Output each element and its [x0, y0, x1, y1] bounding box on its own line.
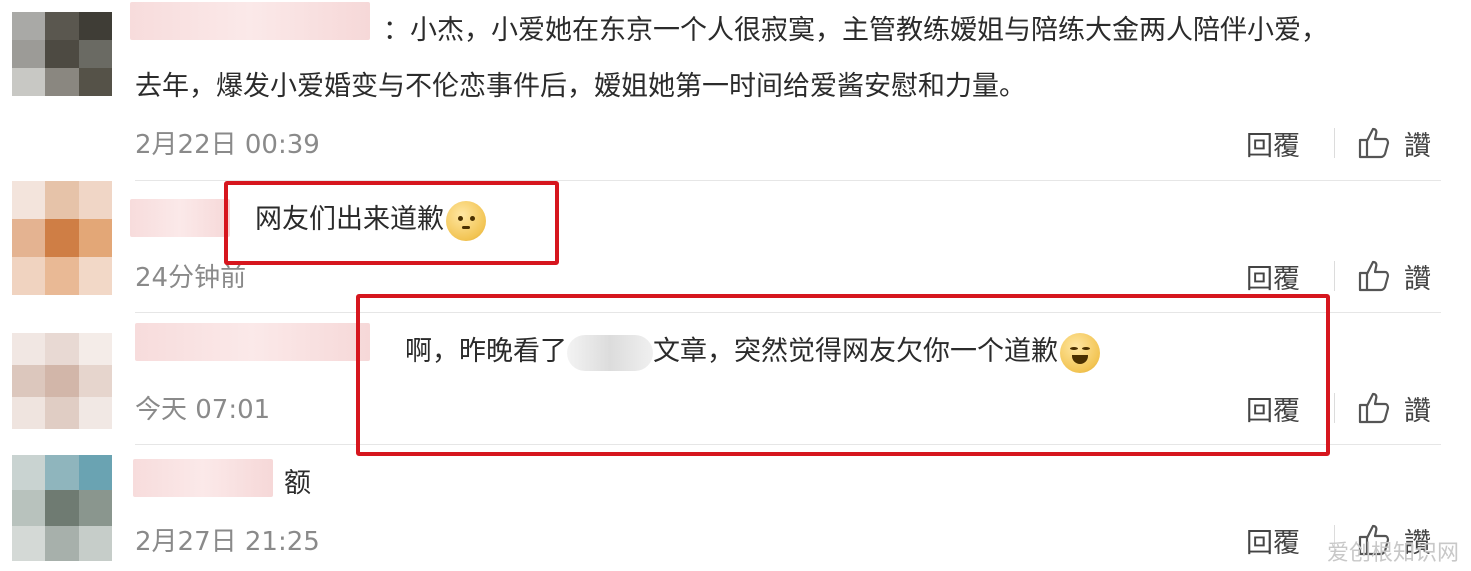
username-blurred[interactable]	[133, 459, 273, 497]
avatar[interactable]	[12, 333, 112, 429]
avatar[interactable]	[12, 12, 112, 96]
comment-text-continued: 去年，爆发小爱婚变与不伦恋事件后，嫒姐她第一时间给爱酱安慰和力量。	[135, 71, 1026, 102]
username-blurred[interactable]	[135, 323, 370, 361]
comment-time: 今天 07:01	[135, 395, 271, 425]
comment-text: 额	[284, 468, 311, 499]
highlight-box	[224, 181, 559, 265]
comment-item: ：小杰，小爱她在东京一个人很寂寞，主管教练嫒姐与陪练大金两人陪伴小爱， 去年，爆…	[0, 0, 1471, 180]
username-blurred[interactable]	[130, 199, 230, 237]
avatar[interactable]	[12, 181, 112, 295]
thumbs-up-icon[interactable]	[1356, 389, 1392, 425]
watermark: 爱创根知识网	[1326, 541, 1459, 566]
comment-text: ：小杰，小爱她在东京一个人很寂寞，主管教练嫒姐与陪练大金两人陪伴小爱，	[383, 15, 1328, 46]
comment-item: 额 2月27日 21:25 回覆 讚	[0, 445, 1471, 571]
reply-button[interactable]: 回覆	[1246, 521, 1300, 560]
highlight-box	[356, 294, 1330, 456]
thumbs-up-icon[interactable]	[1356, 257, 1392, 293]
reply-button[interactable]: 回覆	[1246, 257, 1300, 296]
divider	[1334, 261, 1335, 291]
like-button[interactable]: 讚	[1404, 389, 1431, 428]
username-blurred[interactable]	[130, 2, 370, 40]
avatar[interactable]	[12, 455, 112, 561]
reply-button[interactable]: 回覆	[1246, 124, 1300, 163]
divider	[1334, 128, 1335, 158]
like-button[interactable]: 讚	[1404, 257, 1431, 296]
like-button[interactable]: 讚	[1404, 124, 1431, 163]
comment-item: 网友们出来道歉 24分钟前 回覆 讚	[0, 181, 1471, 309]
thumbs-up-icon[interactable]	[1356, 124, 1392, 160]
comment-time: 2月22日 00:39	[135, 130, 320, 160]
comment-time: 2月27日 21:25	[135, 527, 320, 557]
divider	[1334, 393, 1335, 423]
